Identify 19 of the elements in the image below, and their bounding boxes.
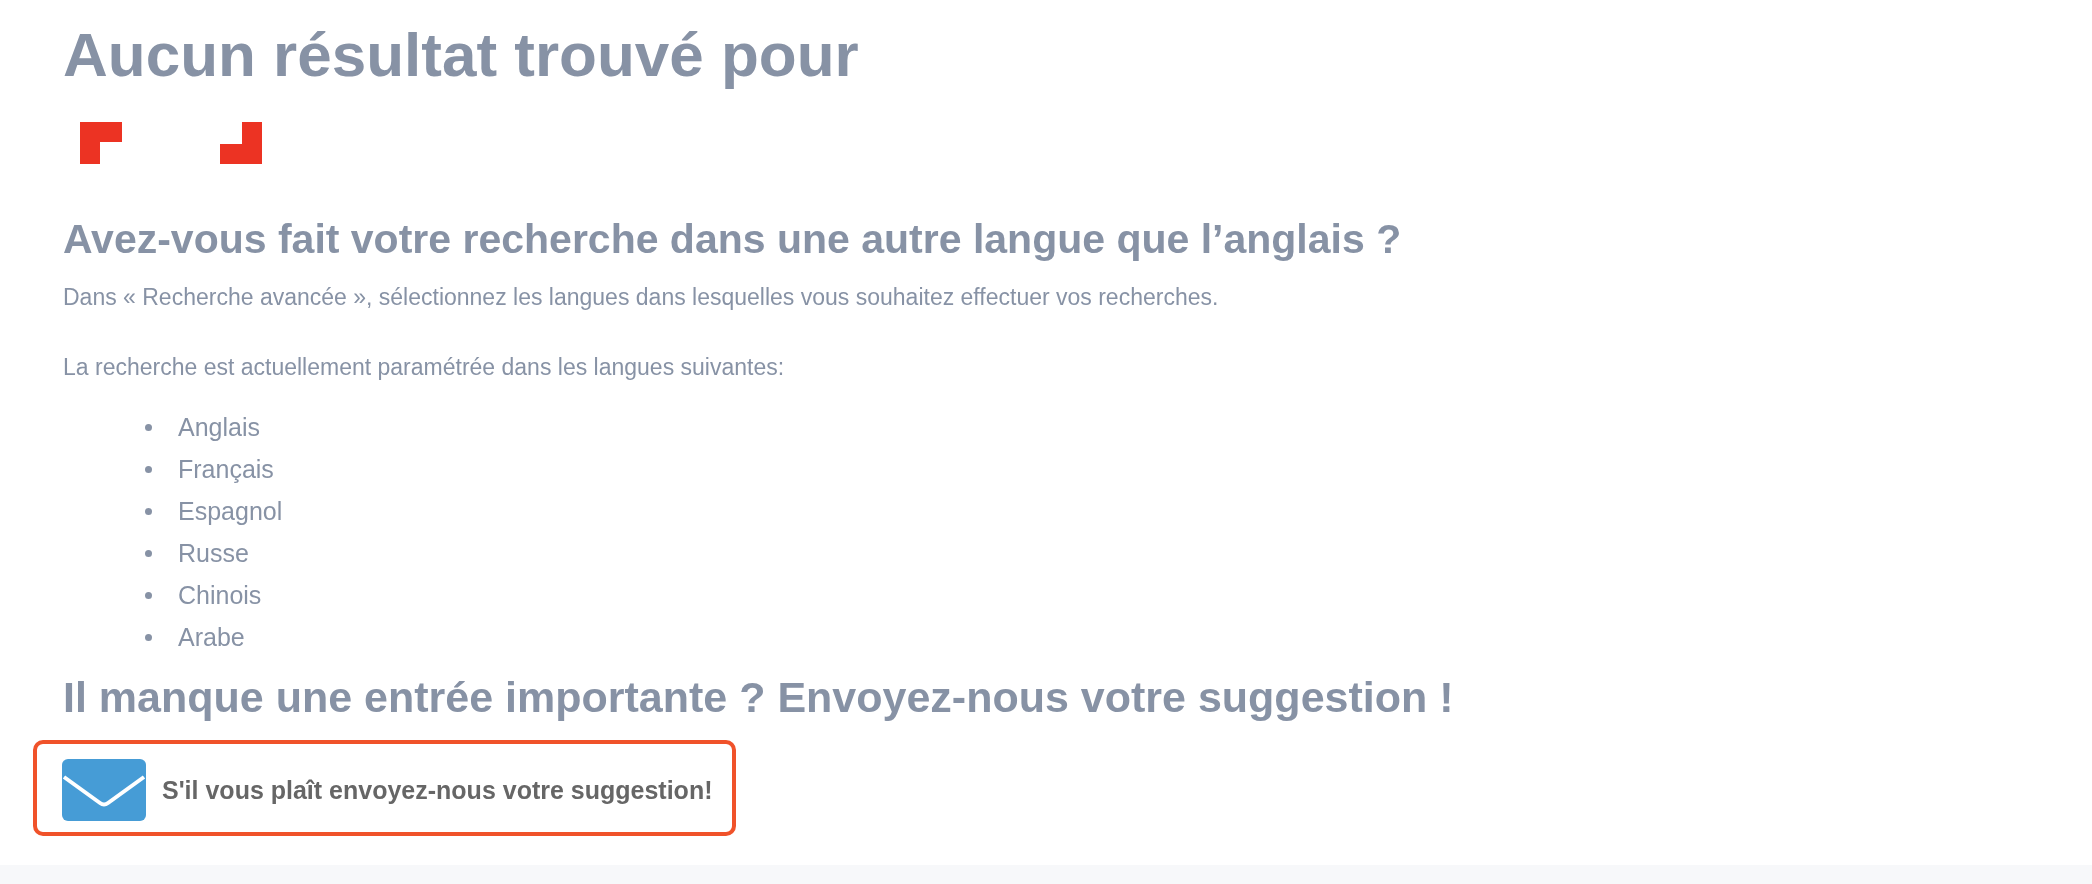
language-item: Anglais — [178, 412, 260, 442]
language-item: Espagnol — [178, 496, 283, 526]
envelope-icon — [62, 759, 146, 821]
language-item: Français — [178, 454, 274, 484]
language-item: Arabe — [178, 622, 245, 652]
bullet-icon — [145, 591, 152, 599]
suggestion-button[interactable]: S'il vous plaît envoyez-nous votre suggestion! — [33, 740, 737, 836]
bullet-icon — [145, 465, 152, 473]
language-item: Russe — [178, 538, 249, 568]
section-heading: Il manque une entrée importante ? Envoyez-nous votre suggestion ! — [63, 672, 1455, 722]
bullet-icon — [145, 507, 152, 515]
bullet-icon — [145, 549, 152, 557]
section-heading: Avez-vous fait votre recherche dans une autre langue que l’anglais ? — [63, 215, 1403, 264]
bullet-icon — [145, 423, 152, 431]
page-title: Aucun résultat trouvé pour — [63, 19, 860, 91]
language-item: Chinois — [178, 580, 262, 610]
bullet-icon — [145, 633, 152, 641]
paragraph: La recherche est actuellement paramétrée dans les langues suivantes: — [63, 353, 786, 382]
paragraph: Dans « Recherche avancée », sélectionnez les langues dans lesquelles vous souhaitez effectuer vos recherches. — [63, 283, 1220, 312]
